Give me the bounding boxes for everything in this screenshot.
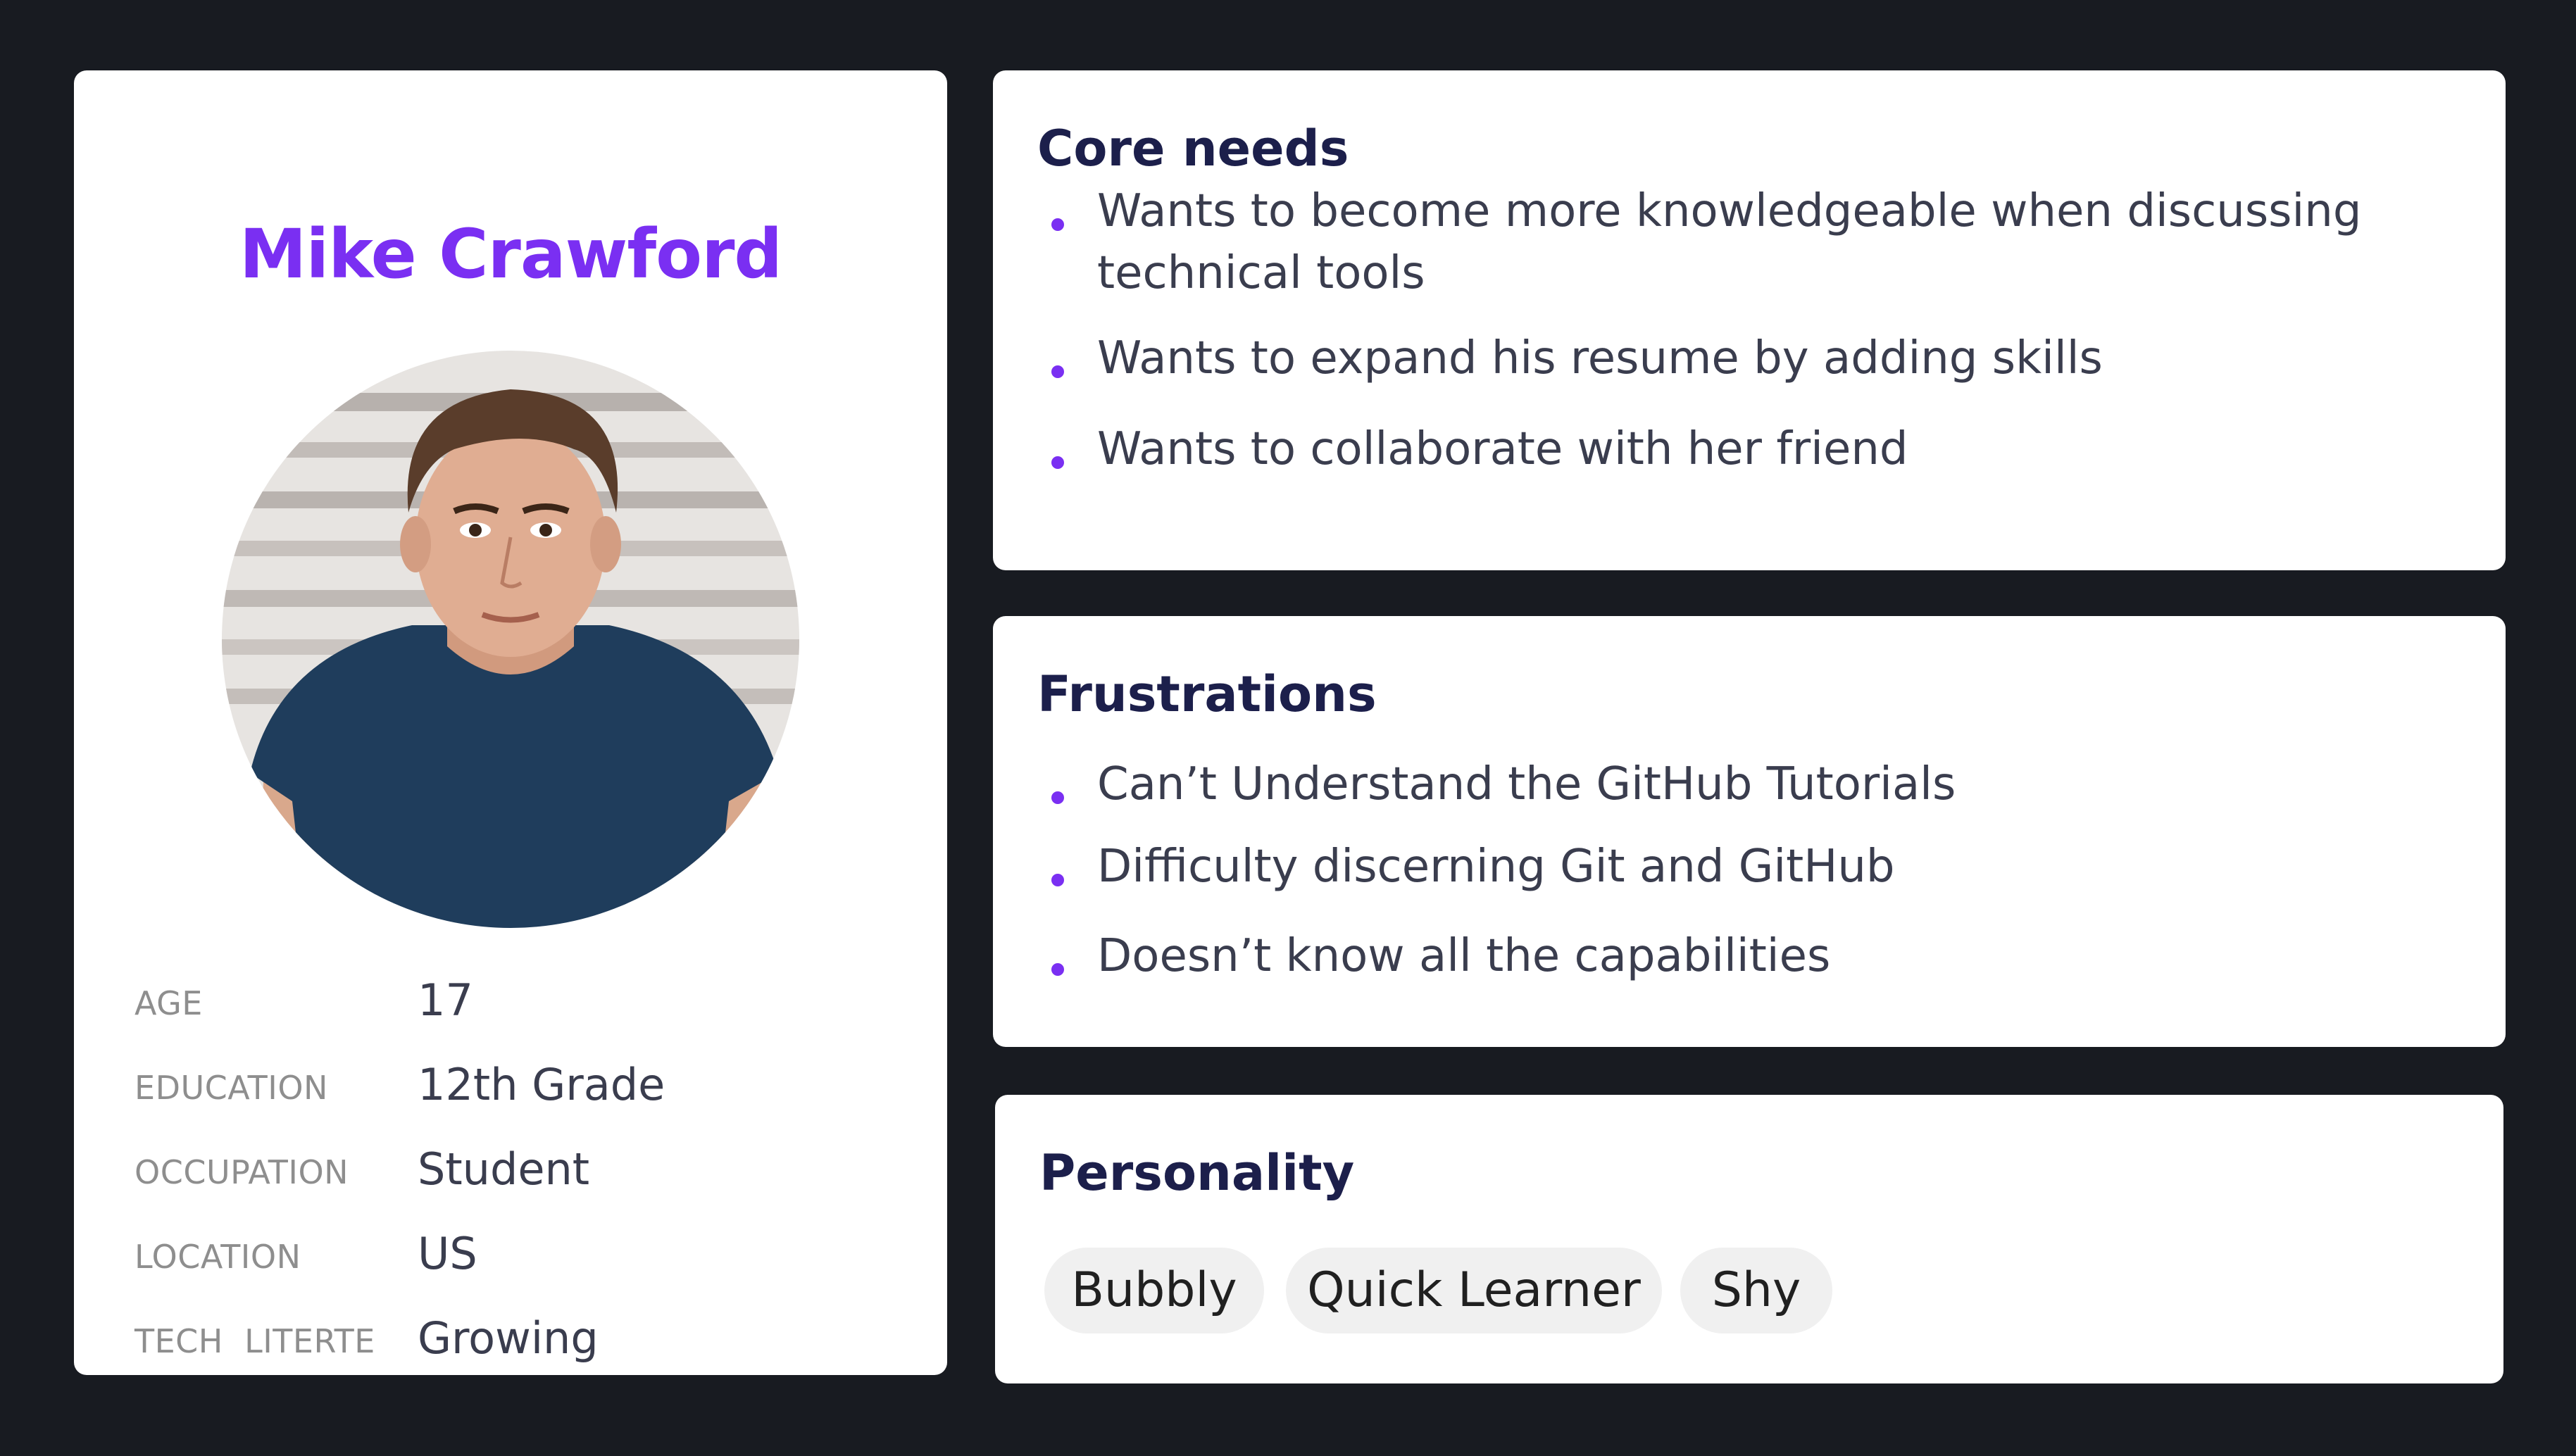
attribute-row-location: LOCATION US xyxy=(135,1225,909,1281)
bullet-dot xyxy=(1051,791,1064,804)
attribute-value: Growing xyxy=(418,1312,599,1364)
list-item-text: Can’t Understand the GitHub Tutorials xyxy=(1097,758,1956,810)
attribute-row-age: AGE 17 xyxy=(135,972,909,1028)
avatar-photo xyxy=(222,351,799,928)
trait-chip-bubbly: Bubbly xyxy=(1044,1248,1264,1333)
list-item-text: Doesn’t know all the capabilities xyxy=(1097,930,1831,982)
core-needs-title: Core needs xyxy=(1037,120,1349,177)
frustrations-title: Frustrations xyxy=(1037,665,1377,723)
profile-card: Mike Crawford AGE 17 EDUCATION 12th Grad… xyxy=(74,70,947,1375)
avatar xyxy=(222,351,799,928)
attribute-row-education: EDUCATION 12th Grade xyxy=(135,1056,909,1112)
attribute-label: EDUCATION xyxy=(135,1069,328,1107)
list-item-text: Difficulty discerning Git and GitHub xyxy=(1097,841,1895,893)
list-item-text: Wants to expand his resume by adding ski… xyxy=(1097,332,2103,384)
bullet-dot xyxy=(1051,456,1064,469)
attribute-value: 12th Grade xyxy=(418,1059,665,1110)
attribute-label: LOCATION xyxy=(135,1238,301,1276)
attribute-value: Student xyxy=(418,1143,590,1195)
attribute-value: 17 xyxy=(418,974,473,1026)
personality-card: Personality Bubbly Quick Learner Shy xyxy=(995,1095,2503,1383)
frustrations-card: Frustrations Can’t Understand the GitHub… xyxy=(993,616,2506,1047)
attribute-row-occupation: OCCUPATION Student xyxy=(135,1141,909,1197)
bullet-dot xyxy=(1051,365,1064,378)
persona-name: Mike Crawford xyxy=(239,215,782,294)
core-needs-card: Core needs Wants to become more knowledg… xyxy=(993,70,2506,570)
trait-chip-quick-learner: Quick Learner xyxy=(1286,1248,1662,1333)
list-item-text: Wants to collaborate with her friend xyxy=(1097,423,1908,475)
attribute-label: AGE xyxy=(135,984,203,1022)
bullet-dot xyxy=(1051,963,1064,976)
personality-title: Personality xyxy=(1039,1144,1355,1202)
bullet-dot xyxy=(1051,218,1064,231)
trait-chip-shy: Shy xyxy=(1680,1248,1832,1333)
attribute-value: US xyxy=(418,1228,477,1279)
bullet-dot xyxy=(1051,874,1064,886)
attribute-row-tech-literacy: TECH LITERTE Growing xyxy=(135,1310,909,1366)
attribute-label: TECH LITERTE xyxy=(135,1322,375,1360)
list-item-text: Wants to become more knowledgeable when … xyxy=(1097,185,2362,299)
attribute-label: OCCUPATION xyxy=(135,1153,349,1191)
